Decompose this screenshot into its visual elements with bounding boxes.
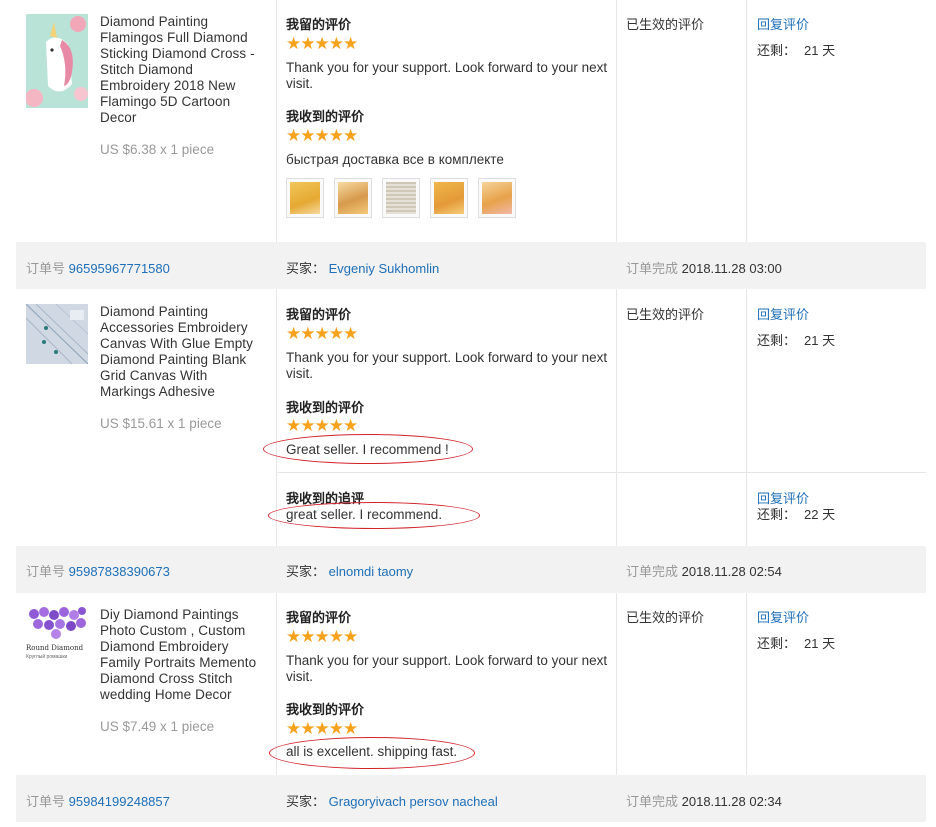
- review-photo[interactable]: [286, 178, 324, 218]
- image-subcaption: Круглый ромашки: [26, 654, 68, 660]
- order-number: 订单号 95984199248857: [26, 791, 170, 810]
- buyer-link[interactable]: Gragoryivach persov nacheal: [329, 794, 498, 809]
- order-completed-time: 2018.11.28 02:54: [681, 564, 782, 579]
- buyer-link[interactable]: Evgeniy Sukhomlin: [329, 261, 440, 276]
- product-title[interactable]: Diy Diamond Paintings Photo Custom , Cus…: [100, 607, 266, 703]
- product-title[interactable]: Diamond Painting Accessories Embroidery …: [100, 304, 266, 400]
- buyer-label: 买家：: [286, 794, 326, 809]
- buyer-label: 买家：: [286, 564, 326, 579]
- remaining-value: 22 天: [804, 507, 836, 522]
- received-review-stars: ★★★★★: [286, 416, 358, 435]
- order-number-link[interactable]: 96595967771580: [69, 261, 170, 276]
- round-diamond-image-icon: [26, 606, 88, 642]
- review-status: 已生效的评价: [626, 307, 705, 322]
- received-review-text: all is excellent. shipping fast.: [286, 744, 458, 759]
- order-number-link[interactable]: 95987838390673: [69, 564, 170, 579]
- review-photo[interactable]: [382, 178, 420, 218]
- review-photo[interactable]: [430, 178, 468, 218]
- reply-review-link[interactable]: 回复评价: [757, 607, 809, 626]
- followup-review-text: great seller. I recommend.: [286, 507, 443, 522]
- remaining-time: 还剩： 21 天: [757, 40, 835, 59]
- remaining-value: 21 天: [804, 43, 836, 58]
- buyer: 买家： elnomdi taomy: [286, 561, 413, 580]
- received-review-stars: ★★★★★: [286, 719, 358, 738]
- remaining-label: 还剩：: [757, 636, 797, 651]
- product-image-unicorn[interactable]: [26, 14, 88, 108]
- received-review-stars: ★★★★★: [286, 126, 358, 145]
- order-completed: 订单完成 2018.11.28 02:54: [626, 561, 782, 580]
- received-review-text: быстрая доставка все в комплекте: [286, 152, 504, 167]
- grid-canvas-image-icon: [26, 304, 88, 364]
- product-price: US $7.49 x 1 piece: [100, 719, 215, 734]
- order-completed-label: 订单完成: [626, 564, 679, 579]
- received-review-heading: 我收到的评价: [286, 400, 365, 415]
- my-review-stars: ★★★★★: [286, 627, 358, 646]
- order-completed-time: 2018.11.28 02:34: [681, 794, 782, 809]
- review-photo[interactable]: [334, 178, 372, 218]
- my-review-heading: 我留的评价: [286, 610, 352, 625]
- my-review-text: Thank you for your support. Look forward…: [286, 60, 608, 91]
- remaining-value: 21 天: [804, 636, 836, 651]
- order-number-label: 订单号: [26, 794, 66, 809]
- product-image-round-diamond[interactable]: Round Diamond Круглый ромашки: [26, 606, 88, 666]
- order-number-label: 订单号: [26, 261, 66, 276]
- unicorn-image-icon: [26, 14, 88, 108]
- order-number-label: 订单号: [26, 564, 66, 579]
- buyer: 买家： Gragoryivach persov nacheal: [286, 791, 498, 810]
- received-review-text: Great seller. I recommend !: [286, 442, 449, 457]
- my-review-text: Thank you for your support. Look forward…: [286, 653, 608, 684]
- buyer-label: 买家：: [286, 261, 326, 276]
- image-caption: Round Diamond: [26, 644, 84, 652]
- review-status: 已生效的评价: [626, 610, 705, 625]
- my-review-heading: 我留的评价: [286, 17, 352, 32]
- remaining-label: 还剩：: [757, 333, 797, 348]
- order-completed-time: 2018.11.28 03:00: [681, 261, 782, 276]
- remaining-time: 还剩： 21 天: [757, 633, 835, 652]
- order-completed: 订单完成 2018.11.28 03:00: [626, 258, 782, 277]
- order-completed-label: 订单完成: [626, 794, 679, 809]
- remaining-label: 还剩：: [757, 43, 797, 58]
- product-price: US $6.38 x 1 piece: [100, 142, 215, 157]
- order-completed: 订单完成 2018.11.28 02:34: [626, 791, 782, 810]
- received-review-heading: 我收到的评价: [286, 702, 365, 717]
- followup-remaining-time: 还剩： 22 天: [757, 504, 835, 523]
- order-completed-label: 订单完成: [626, 261, 679, 276]
- my-review-text: Thank you for your support. Look forward…: [286, 350, 608, 381]
- product-price: US $15.61 x 1 piece: [100, 416, 222, 431]
- order-number: 订单号 96595967771580: [26, 258, 170, 277]
- reply-review-link[interactable]: 回复评价: [757, 14, 809, 33]
- my-review-stars: ★★★★★: [286, 324, 358, 343]
- followup-review-heading: 我收到的追评: [286, 491, 365, 506]
- buyer: 买家： Evgeniy Sukhomlin: [286, 258, 439, 277]
- buyer-link[interactable]: elnomdi taomy: [329, 564, 414, 579]
- review-photo[interactable]: [478, 178, 516, 218]
- product-image-canvas[interactable]: [26, 304, 88, 364]
- review-status: 已生效的评价: [626, 17, 705, 32]
- order-number-link[interactable]: 95984199248857: [69, 794, 170, 809]
- received-review-heading: 我收到的评价: [286, 109, 365, 124]
- remaining-label: 还剩：: [757, 507, 797, 522]
- product-title[interactable]: Diamond Painting Flamingos Full Diamond …: [100, 14, 266, 126]
- remaining-value: 21 天: [804, 333, 836, 348]
- order-number: 订单号 95987838390673: [26, 561, 170, 580]
- reply-review-link[interactable]: 回复评价: [757, 304, 809, 323]
- remaining-time: 还剩： 21 天: [757, 330, 835, 349]
- my-review-heading: 我留的评价: [286, 307, 352, 322]
- my-review-stars: ★★★★★: [286, 34, 358, 53]
